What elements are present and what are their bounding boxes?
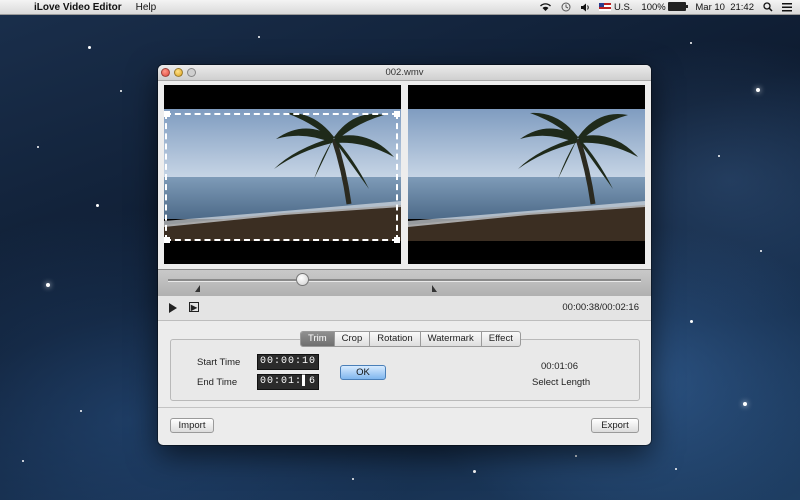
volume-icon[interactable] [580,3,590,12]
source-video-preview[interactable] [164,85,401,264]
crop-handle-bottom-left[interactable] [164,237,170,243]
crop-handle-top-left[interactable] [164,111,170,117]
star [88,46,91,49]
star [760,250,762,252]
crop-handle-top-right[interactable] [394,111,400,117]
menu-help[interactable]: Help [136,2,157,13]
play-icon[interactable] [169,303,177,313]
battery-icon [668,1,689,11]
select-length-value: 00:01:06 [541,361,578,372]
star [258,36,260,38]
star [96,204,99,207]
export-button[interactable]: Export [591,418,639,433]
star [743,402,747,406]
editor-window: 002.wmv ▶ 00:00:38/00:02:16 Trim Crop Ro… [158,65,651,445]
edit-tabs: Trim Crop Rotation Watermark Effect [300,331,521,347]
clock[interactable]: Mar 10 21:42 [695,2,754,13]
playback-time: 00:00:38/00:02:16 [562,302,639,313]
star [352,478,354,480]
star [120,90,122,92]
timeline-bar [158,269,651,296]
star [756,88,760,92]
wifi-icon[interactable] [539,2,552,12]
tab-rotation[interactable]: Rotation [370,332,421,346]
video-frame [408,109,645,241]
start-time-field[interactable]: 00:00:10 [257,354,320,370]
star [690,320,693,323]
tab-trim[interactable]: Trim [301,332,335,346]
trim-start-marker[interactable] [195,285,200,292]
window-title: 002.wmv [385,67,424,78]
star [46,283,50,287]
star [575,455,577,457]
trim-end-marker[interactable] [432,285,437,292]
import-button[interactable]: Import [170,418,214,433]
frame-step-icon[interactable]: ▶ [189,302,199,312]
spotlight-search-icon[interactable] [763,2,773,12]
tab-effect[interactable]: Effect [482,332,520,346]
end-time-label: End Time [197,377,238,388]
output-video-preview [408,85,645,264]
start-time-label: Start Time [197,357,241,368]
star [80,410,82,412]
ok-button[interactable]: OK [340,365,386,380]
star [22,460,24,462]
star [37,146,39,148]
menu-app-name[interactable]: iLove Video Editor [34,2,122,13]
select-length-label: Select Length [532,377,591,388]
crop-handle-bottom-right[interactable] [394,237,400,243]
battery-menu[interactable]: 100% [641,1,689,13]
playback-controls: ▶ 00:00:38/00:02:16 [158,296,651,321]
timeline-track[interactable] [168,279,641,282]
input-source-label: U.S. [613,1,633,13]
battery-fill [669,2,686,10]
star [473,470,476,473]
preview-area [158,81,651,269]
playhead-slider-thumb[interactable] [296,273,309,286]
footer-divider [158,407,651,408]
status-area: U.S. 100% Mar 10 21:42 [539,0,800,14]
menu-bar: iLove Video Editor Help U.S. 100% Mar 10… [0,0,800,15]
end-time-field[interactable]: 00:01:▌6 [257,374,320,390]
input-source-menu[interactable]: U.S. [598,1,633,13]
star [718,155,720,157]
crop-selection-box[interactable] [165,113,398,241]
notification-center-icon[interactable] [782,2,792,12]
tab-watermark[interactable]: Watermark [421,332,482,346]
tab-crop[interactable]: Crop [335,332,371,346]
us-flag-icon [598,2,611,11]
time-machine-icon[interactable] [561,2,571,12]
battery-percent: 100% [641,1,666,13]
star [690,42,692,44]
title-bar[interactable]: 002.wmv [158,65,651,81]
star [675,468,677,470]
